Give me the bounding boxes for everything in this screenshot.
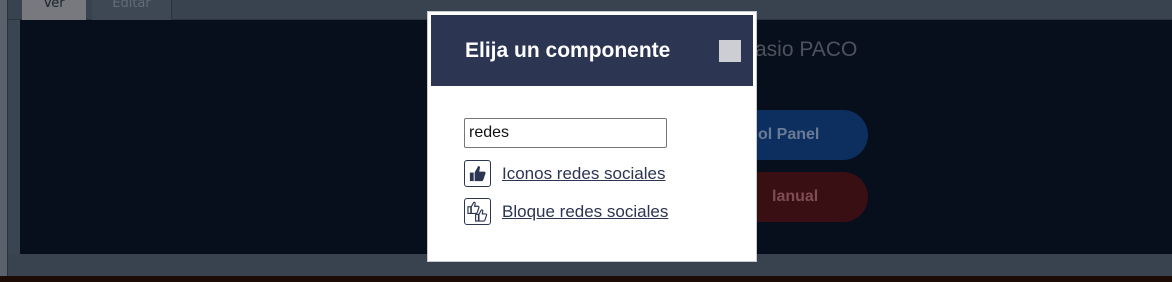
dialog-header: Elija un componente — [431, 15, 753, 86]
result-label: Iconos redes sociales — [502, 163, 666, 183]
tab-editar[interactable]: Editar — [92, 0, 172, 20]
double-thumbs-up-icon — [464, 198, 491, 225]
control-panel-button-label: ol Panel — [758, 126, 820, 143]
result-item-bloque-redes-sociales[interactable]: Bloque redes sociales — [464, 198, 668, 225]
manual-button-label: lanual — [772, 188, 819, 205]
component-search-input[interactable] — [464, 118, 667, 148]
result-label: Bloque redes sociales — [502, 201, 669, 221]
component-picker-dialog: Elija un componente Iconos redes sociale… — [427, 11, 757, 262]
thumbs-up-icon — [464, 160, 491, 187]
dialog-title: Elija un componente — [465, 39, 671, 62]
result-item-iconos-redes-sociales[interactable]: Iconos redes sociales — [464, 160, 665, 187]
window-left-edge — [0, 0, 8, 282]
close-button[interactable] — [719, 40, 741, 62]
bottom-edge — [0, 276, 1172, 282]
page-title: asio PACO — [755, 38, 858, 61]
tab-ver[interactable]: Ver — [22, 0, 86, 20]
